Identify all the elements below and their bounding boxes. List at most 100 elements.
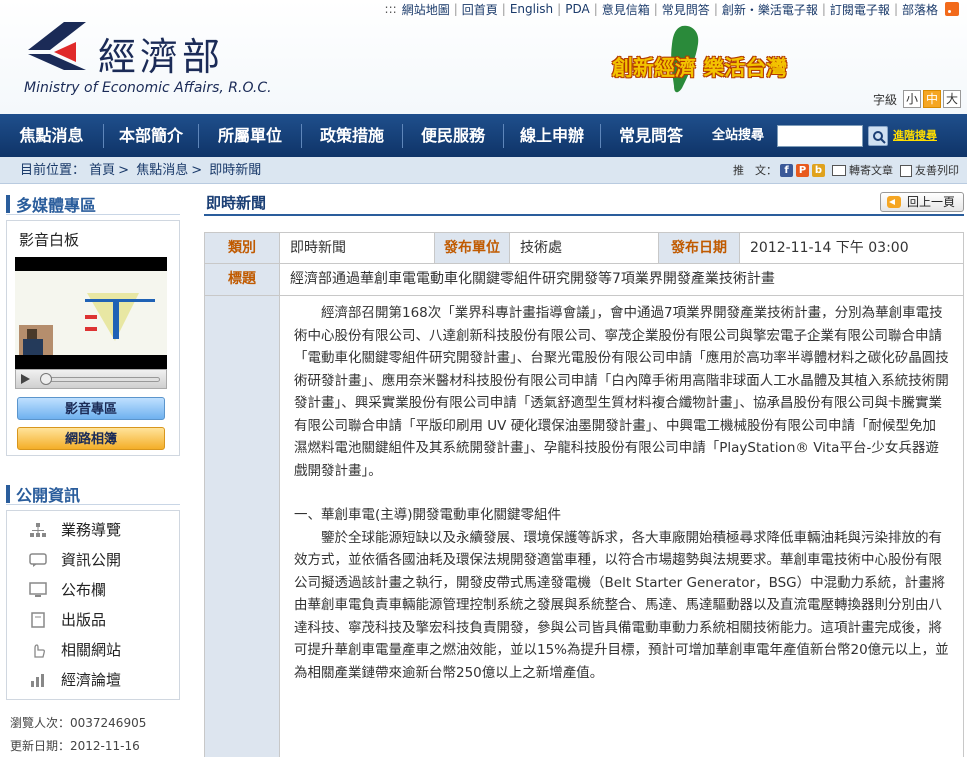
media-zone-button[interactable]: 影音專區	[17, 397, 165, 420]
share-label: 推 文：	[733, 164, 777, 177]
logo-english-name: Ministry of Economic Affairs, R.O.C.	[24, 80, 272, 96]
pub-item-info-disclosure[interactable]: 資訊公開	[29, 548, 121, 572]
nav-faq[interactable]: 常見問答	[601, 114, 701, 157]
subject-label: 標題	[204, 263, 280, 296]
font-size-large-button[interactable]: 大	[943, 90, 961, 108]
nav-focus-news[interactable]: 焦點消息	[0, 114, 103, 157]
pub-item-label: 業務導覽	[61, 521, 122, 539]
breadcrumb-focus-news[interactable]: 焦點消息	[136, 163, 188, 178]
public-info-box: 業務導覽 資訊公開 公布欄 出版品 相關網站 經濟論壇	[6, 510, 180, 700]
pub-item-label: 經濟論壇	[61, 671, 122, 689]
share-tools: 推 文： f P b 轉寄文章 友善列印	[733, 157, 959, 184]
body-label-cell	[204, 295, 280, 757]
pub-item-bulletin[interactable]: 公布欄	[29, 578, 106, 602]
article-heading-1: 一、華創車電(主導)開發電動車化關鍵零組件	[294, 507, 562, 523]
date-value: 2012-11-14 下午 03:00	[739, 232, 964, 264]
logo-chinese-name: 經濟部	[98, 35, 225, 79]
nav-units[interactable]: 所屬單位	[199, 114, 301, 157]
font-size-small-button[interactable]: 小	[903, 90, 921, 108]
visitor-count: 瀏覽人次：0037246905	[10, 716, 147, 730]
nav-policies[interactable]: 政策措施	[302, 114, 402, 157]
link-blog[interactable]: 部落格	[899, 1, 941, 18]
nav-services[interactable]: 便民服務	[403, 114, 503, 157]
pub-item-publications[interactable]: 出版品	[29, 608, 106, 632]
speech-bubble-icon	[29, 553, 47, 567]
article-paragraph-2: 鑒於全球能源短缺以及永續發展、環境保護等訴求，各大車廠開始積極尋求降低車輛油耗與…	[294, 529, 949, 681]
print-link[interactable]: 友善列印	[915, 157, 959, 184]
facebook-icon[interactable]: f	[780, 164, 793, 177]
media-whiteboard-label: 影音白板	[19, 231, 80, 249]
search-input[interactable]	[777, 125, 863, 147]
dots-icon: :::	[384, 2, 397, 16]
link-sitemap[interactable]: 網站地圖	[399, 1, 453, 18]
breadcrumb-home[interactable]: 首頁	[89, 163, 115, 178]
header: ::: 網站地圖 | 回首頁 | English | PDA | 意見信箱 | 常見問答 |…	[0, 0, 967, 114]
link-home[interactable]: 回首頁	[459, 1, 501, 18]
breadcrumb-bar: 目前位置： 首頁 > 焦點消息 > 即時新聞 推 文： f P b 轉寄文章 友善列…	[0, 157, 967, 184]
public-info-section-title: 公開資訊	[6, 482, 80, 506]
back-arrow-icon	[887, 196, 901, 208]
type-label: 類別	[204, 232, 280, 264]
nav-about[interactable]: 本部簡介	[104, 114, 198, 157]
update-date: 更新日期：2012-11-16	[10, 739, 140, 753]
pointer-hand-icon	[34, 644, 45, 658]
font-size-label: 字級	[872, 92, 897, 107]
link-enewsletter[interactable]: 創新・樂活電子報	[719, 1, 821, 18]
page-title: 即時新聞	[206, 194, 267, 212]
search-icon	[873, 131, 886, 144]
search-button[interactable]	[868, 126, 888, 146]
rss-icon[interactable]	[945, 2, 959, 16]
slogan-text: 創新經濟 樂活台灣	[612, 56, 788, 80]
unit-value: 技術處	[509, 232, 659, 264]
top-links: ::: 網站地圖 | 回首頁 | English | PDA | 意見信箱 | 常見問答 |…	[385, 0, 959, 18]
main-content: 即時新聞 回上一頁 類別 即時新聞 發布單位 技術處 發布日期 2012-11-…	[204, 184, 967, 757]
moea-logo-icon	[28, 22, 86, 70]
unit-label: 發布單位	[434, 232, 510, 264]
bookmark-icon[interactable]: b	[812, 164, 825, 177]
sidebar: 多媒體專區 影音白板 影音專區 網路相簿 公開資訊 業務導覽 資訊公開 公布欄 …	[0, 184, 186, 757]
link-english[interactable]: English	[507, 2, 556, 16]
pub-item-related-sites[interactable]: 相關網站	[29, 638, 121, 662]
back-button[interactable]: 回上一頁	[880, 192, 964, 212]
breadcrumb-current: 即時新聞	[209, 163, 262, 178]
breadcrumb-prefix: 目前位置：	[20, 163, 86, 178]
nav-online-apply[interactable]: 線上申辦	[504, 114, 600, 157]
link-faq[interactable]: 常見問答	[659, 1, 713, 18]
font-size-switcher: 字級 小 中 大	[873, 90, 961, 108]
video-thumbnail-icon	[15, 271, 167, 355]
date-label: 發布日期	[658, 232, 740, 264]
photo-album-button[interactable]: 網路相簿	[17, 427, 165, 450]
page: ::: 網站地圖 | 回首頁 | English | PDA | 意見信箱 | 常見問答 |…	[0, 0, 967, 757]
advanced-search-link[interactable]: 進階搜尋	[893, 114, 937, 157]
pub-item-business-guide[interactable]: 業務導覽	[29, 518, 121, 542]
video-controls	[15, 369, 167, 389]
type-value: 即時新聞	[279, 232, 435, 264]
book-icon	[31, 612, 45, 628]
pub-item-label: 出版品	[61, 611, 107, 629]
subject-value: 經濟部通過華創車電電動車化關鍵零組件研究開發等7項業界開發產業技術計畫	[279, 263, 964, 296]
video-player[interactable]	[15, 257, 167, 369]
main-nav: 焦點消息 本部簡介 所屬單位 政策措施 便民服務 線上申辦 常見問答 全站搜尋 …	[0, 114, 967, 157]
bar-chart-icon	[31, 674, 44, 687]
play-icon[interactable]	[21, 374, 30, 384]
pub-item-label: 公布欄	[61, 581, 107, 599]
slogan-banner: 創新經濟 樂活台灣	[612, 22, 787, 98]
plurk-icon[interactable]: P	[796, 164, 809, 177]
site-search-label: 全站搜尋	[712, 128, 765, 143]
org-chart-icon	[30, 523, 46, 537]
video-frame	[15, 271, 167, 355]
mail-icon[interactable]	[832, 165, 846, 176]
video-progress-knob[interactable]	[40, 373, 52, 385]
pub-item-economic-forum[interactable]: 經濟論壇	[29, 668, 121, 692]
print-icon[interactable]	[900, 164, 912, 177]
article-paragraph-1: 經濟部召開第168次「業界科專計畫指導會議」，會中通過7項業界開發產業技術計畫，…	[294, 305, 949, 479]
multimedia-box: 影音白板 影音專區 網路相簿	[6, 220, 180, 456]
video-progress-track[interactable]	[42, 377, 160, 382]
font-size-medium-button[interactable]: 中	[923, 90, 941, 108]
link-feedback[interactable]: 意見信箱	[599, 1, 653, 18]
pub-item-label: 相關網站	[61, 641, 122, 659]
forward-article-link[interactable]: 轉寄文章	[849, 157, 893, 184]
back-button-label: 回上一頁	[907, 195, 956, 209]
link-pda[interactable]: PDA	[562, 2, 592, 16]
link-subscribe[interactable]: 訂閱電子報	[827, 1, 893, 18]
